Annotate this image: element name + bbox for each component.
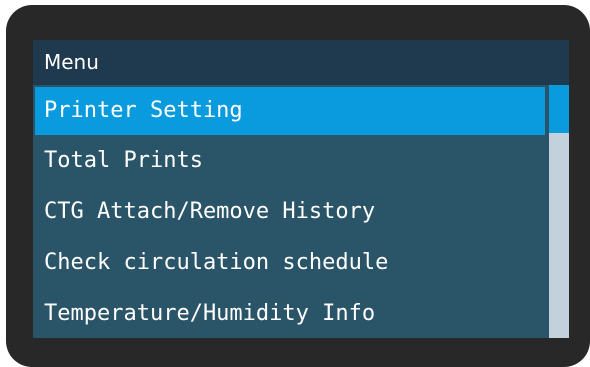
menu-item-ctg-history[interactable]: CTG Attach/Remove History [33, 186, 549, 237]
menu-list: Printer Setting Total Prints CTG Attach/… [33, 85, 549, 338]
menu-scrollbar[interactable] [549, 85, 569, 338]
menu-item-temperature-humidity[interactable]: Temperature/Humidity Info [33, 288, 549, 338]
menu-item-total-prints[interactable]: Total Prints [33, 135, 549, 186]
scrollbar-thumb[interactable] [549, 85, 569, 133]
menu-title: Menu [33, 40, 569, 85]
menu-screen: Menu Printer Setting Total Prints CTG At… [33, 40, 569, 338]
menu-item-printer-setting[interactable]: Printer Setting [35, 87, 545, 135]
menu-item-circulation-schedule[interactable]: Check circulation schedule [33, 237, 549, 288]
